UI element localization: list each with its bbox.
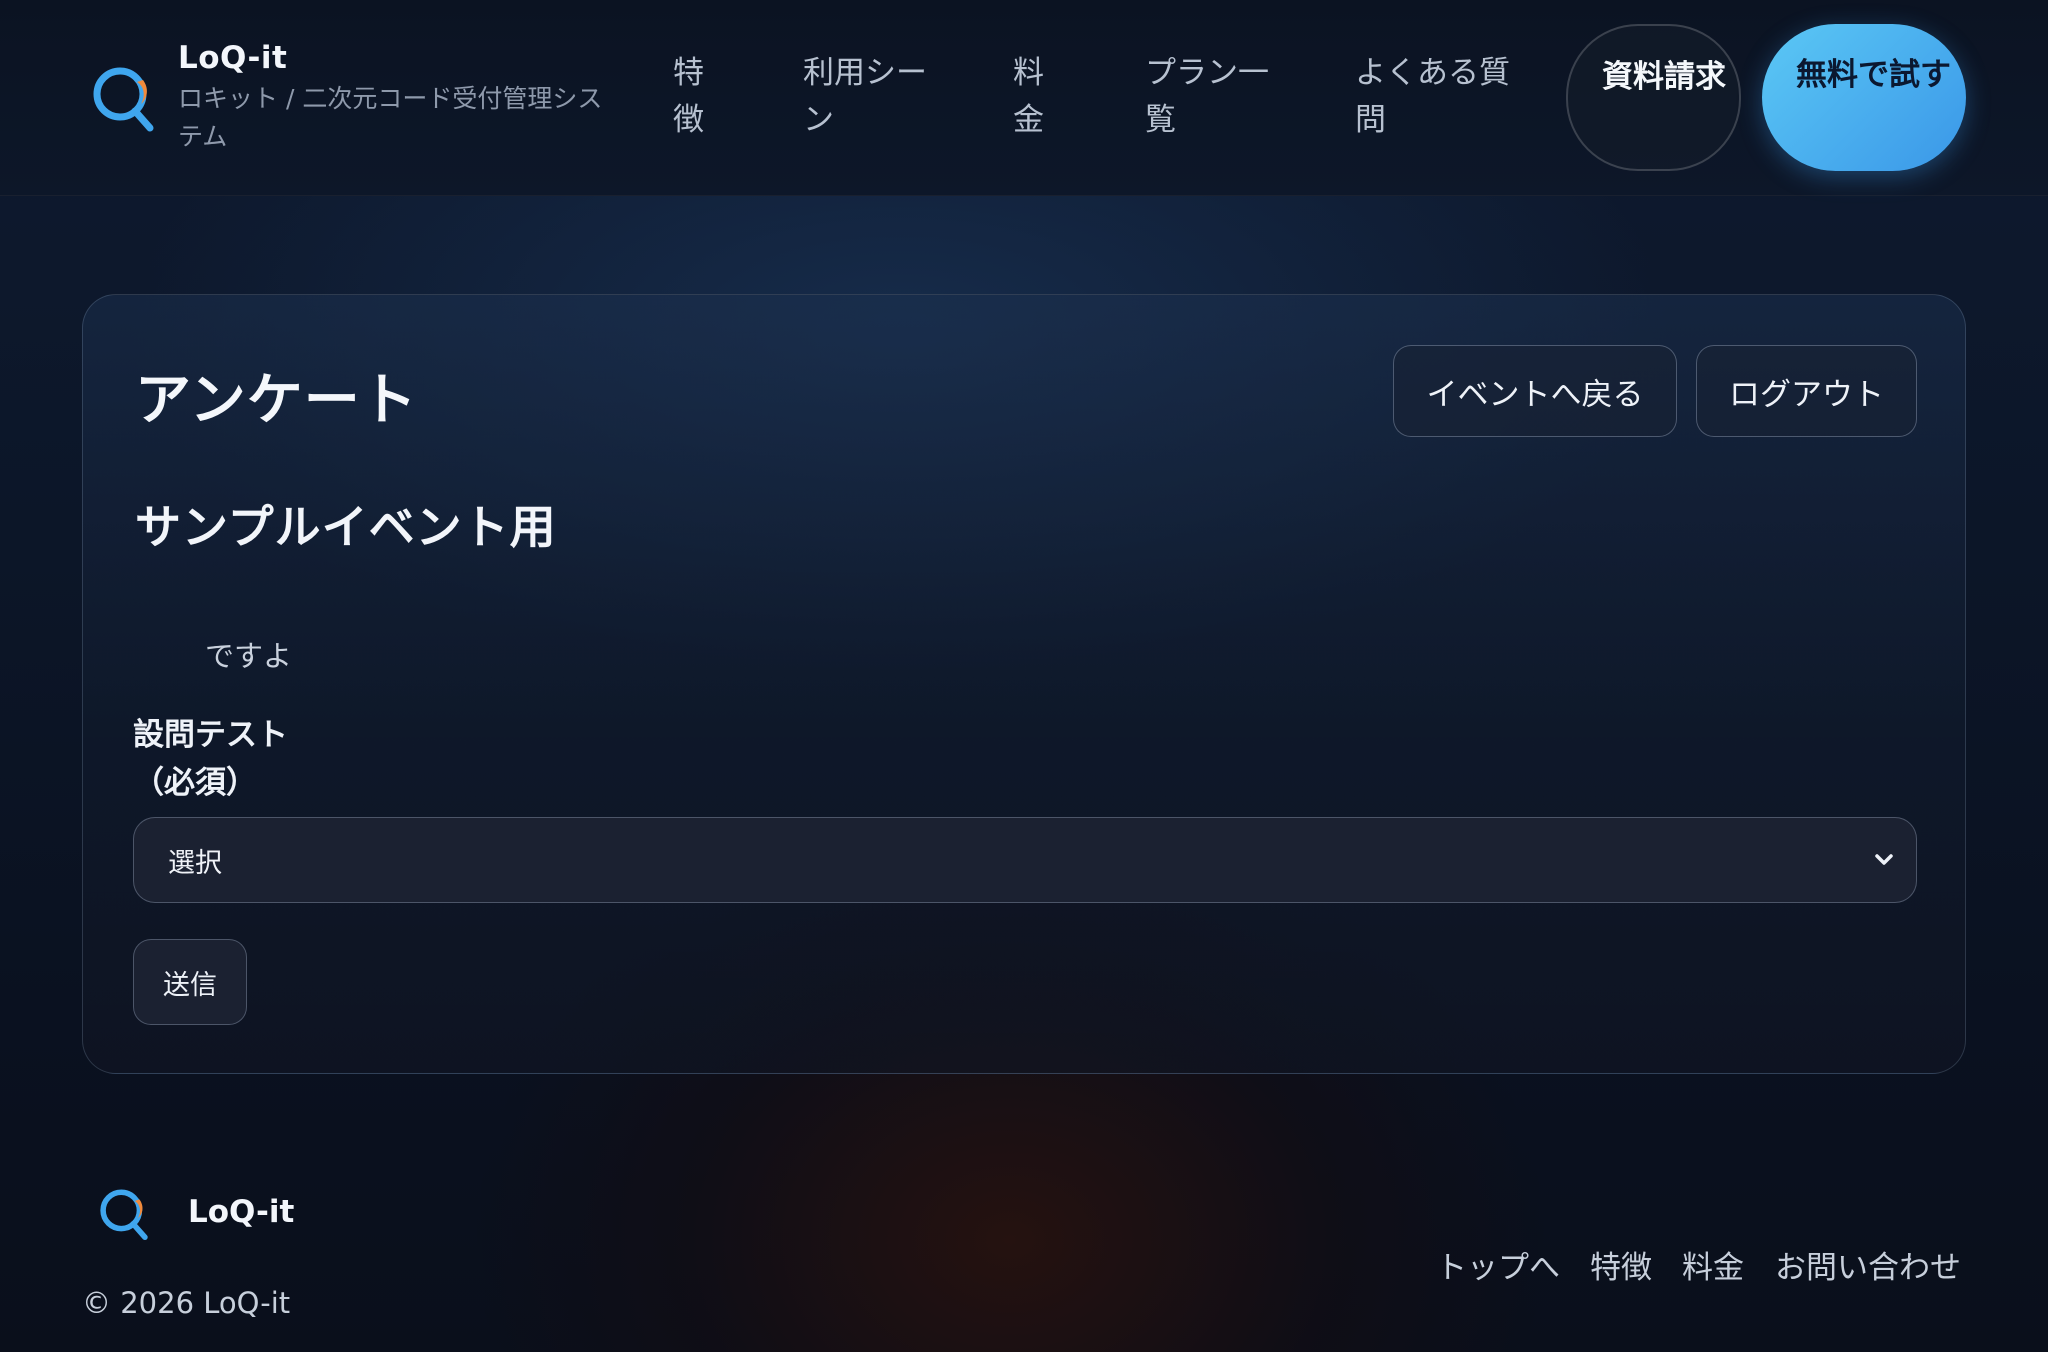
copyright: © 2026 LoQ-it — [82, 1286, 291, 1320]
brand-name: LoQ-it — [178, 40, 288, 76]
chevron-down-icon — [1875, 854, 1893, 865]
brand-tagline: ロキット / 二次元コード受付管理システム — [178, 84, 603, 151]
brand-text: LoQ-it ロキット / 二次元コード受付管理システム — [178, 40, 618, 156]
select-value: 選択 — [168, 847, 222, 879]
footer-brand[interactable]: LoQ-it — [96, 1182, 294, 1242]
footer-link-contact[interactable]: お問い合わせ — [1775, 1242, 1961, 1287]
free-trial-button[interactable]: 無料で試す — [1762, 24, 1966, 171]
survey-subtitle: サンプルイベント用 — [135, 500, 557, 554]
page-title: アンケート — [135, 368, 418, 433]
magnifier-q-logo-icon — [100, 1189, 148, 1241]
request-docs-button[interactable]: 資料請求 — [1566, 24, 1741, 171]
nav-item-plans[interactable]: プラン一覧 — [1145, 50, 1285, 144]
nav-item-features[interactable]: 特徴 — [673, 50, 713, 144]
survey-description: ですよ — [205, 639, 293, 673]
footer-link-features[interactable]: 特徴 — [1590, 1242, 1652, 1287]
footer-brand-name: LoQ-it — [188, 1194, 295, 1230]
back-to-event-button[interactable]: イベントへ戻る — [1393, 345, 1677, 437]
page: LoQ-it ロキット / 二次元コード受付管理システム 特徴 利用シーン 料金… — [0, 0, 2048, 1352]
nav-item-pricing[interactable]: 料金 — [1013, 50, 1053, 144]
magnifier-q-logo-icon — [93, 67, 154, 132]
logout-button[interactable]: ログアウト — [1696, 345, 1917, 437]
nav-item-use-cases[interactable]: 利用シーン — [803, 50, 943, 144]
brand[interactable]: LoQ-it ロキット / 二次元コード受付管理システム — [88, 40, 618, 156]
question-select[interactable]: 選択 — [133, 817, 1917, 903]
question-label: 設問テスト（必須） — [133, 717, 288, 801]
footer-link-pricing[interactable]: 料金 — [1682, 1242, 1744, 1287]
nav-item-faq[interactable]: よくある質問 — [1355, 50, 1525, 144]
footer-link-top[interactable]: トップへ — [1436, 1242, 1560, 1287]
submit-button[interactable]: 送信 — [133, 939, 247, 1025]
survey-card: アンケート イベントへ戻る ログアウト サンプルイベント用 ですよ 設問テスト（… — [82, 294, 1966, 1074]
site-header: LoQ-it ロキット / 二次元コード受付管理システム 特徴 利用シーン 料金… — [0, 0, 2048, 196]
